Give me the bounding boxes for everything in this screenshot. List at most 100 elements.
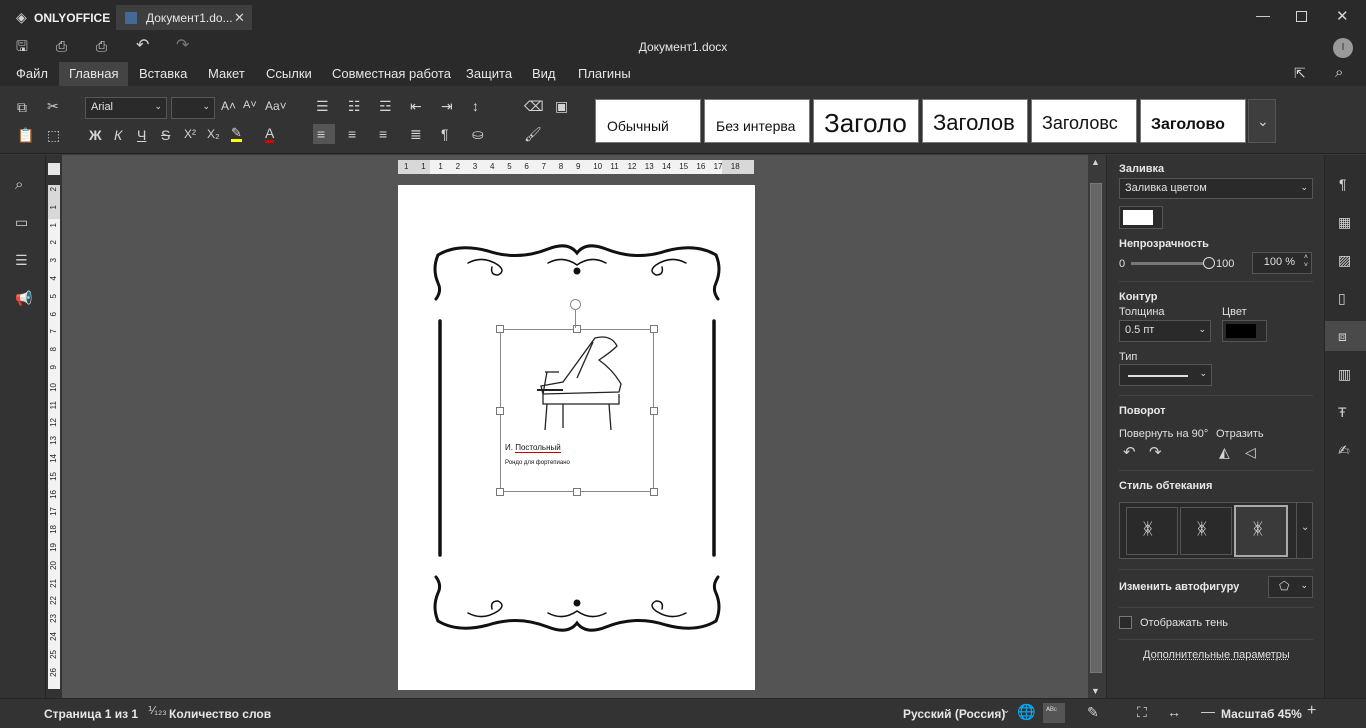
style-heading4[interactable]: Заголово	[1140, 99, 1246, 143]
numbered-list-icon[interactable]: ☷	[348, 99, 361, 113]
table-settings-icon[interactable]: ▦	[1338, 215, 1351, 229]
search-icon[interactable]: ⌕	[1335, 65, 1343, 80]
document-page[interactable]: И. Постольный Рондо для фортепиано	[398, 185, 755, 690]
style-heading3[interactable]: Заголовс	[1031, 99, 1137, 143]
rotate-handle[interactable]	[570, 299, 581, 310]
flip-horizontal-icon[interactable]: ◭	[1219, 445, 1230, 459]
zoom-level[interactable]: Масштаб 45%	[1221, 707, 1302, 721]
scroll-up-icon[interactable]: ▲	[1091, 158, 1100, 167]
track-changes-icon[interactable]: ✎	[1087, 705, 1099, 719]
image-settings-icon[interactable]: ▨	[1338, 253, 1351, 267]
user-avatar[interactable]: I	[1333, 38, 1353, 58]
fit-page-icon[interactable]: ⛶	[1137, 705, 1147, 719]
globe-icon[interactable]: 🌐	[1017, 705, 1036, 720]
document-tab[interactable]: Документ1.do... ✕	[116, 5, 252, 30]
bullet-list-icon[interactable]: ☰	[316, 99, 329, 113]
paragraph-settings-icon[interactable]: ¶	[1339, 177, 1347, 191]
subscript-icon[interactable]: X₂	[207, 128, 220, 140]
fill-type-select[interactable]: Заливка цветом ⌄	[1119, 178, 1313, 199]
decrease-font-icon[interactable]: A˅	[243, 100, 257, 111]
menu-home[interactable]: Главная	[59, 62, 128, 86]
increase-indent-icon[interactable]: ⇥	[441, 99, 453, 113]
highlight-icon[interactable]: ✎	[231, 126, 242, 142]
wrap-inline-button[interactable]: ᛤ	[1126, 507, 1178, 555]
signature-icon[interactable]: ✍	[1338, 443, 1350, 457]
line-spacing-icon[interactable]: ↕	[472, 99, 479, 113]
language-select[interactable]: Русский (Россия)	[903, 707, 1005, 721]
font-color-icon[interactable]: A	[265, 126, 274, 143]
zoom-out-icon[interactable]: —	[1201, 704, 1215, 718]
opacity-slider-handle[interactable]	[1203, 257, 1215, 269]
styles-expand-button[interactable]: ⌄	[1248, 99, 1276, 143]
wrap-square-button[interactable]: ᛤ	[1180, 507, 1232, 555]
resize-handle[interactable]	[650, 325, 658, 333]
scroll-down-icon[interactable]: ▼	[1091, 687, 1100, 696]
change-shape-button[interactable]: ⬠ ⌄	[1268, 576, 1313, 598]
menu-references[interactable]: Ссылки	[266, 66, 312, 81]
header-footer-icon[interactable]: ▯	[1338, 291, 1346, 305]
page-indicator[interactable]: Страница 1 из 1	[44, 707, 138, 721]
rotate-right-icon[interactable]: ↷	[1149, 445, 1162, 460]
color-scheme-icon[interactable]: ▣	[555, 99, 568, 113]
opacity-input[interactable]: 100 % ˄ ˅	[1252, 252, 1312, 274]
resize-handle[interactable]	[496, 488, 504, 496]
wrap-more-button[interactable]: ⌄	[1296, 503, 1312, 558]
paragraph-marks-icon[interactable]: ¶	[441, 127, 449, 141]
zoom-in-icon[interactable]: +	[1307, 703, 1316, 719]
align-left-button[interactable]: ≡	[313, 124, 335, 144]
comments-icon[interactable]: ▭	[15, 215, 28, 229]
flip-vertical-icon[interactable]: ◁	[1245, 445, 1256, 459]
menu-collaboration[interactable]: Совместная работа	[332, 66, 451, 81]
word-count[interactable]: Количество слов	[169, 707, 271, 721]
open-location-icon[interactable]: ⇱	[1294, 66, 1306, 80]
shadow-checkbox[interactable]	[1119, 616, 1132, 629]
chart-settings-icon[interactable]: ▥	[1338, 367, 1351, 381]
align-center-icon[interactable]: ≡	[348, 127, 356, 141]
menu-layout[interactable]: Макет	[208, 66, 245, 81]
tab-selector[interactable]	[48, 163, 60, 175]
superscript-icon[interactable]: X²	[184, 128, 196, 140]
strikethrough-icon[interactable]: S	[161, 128, 170, 142]
align-right-icon[interactable]: ≡	[379, 127, 387, 141]
text-art-icon[interactable]: Ŧ	[1338, 405, 1347, 419]
minimize-icon[interactable]: —	[1256, 8, 1270, 22]
resize-handle[interactable]	[496, 325, 504, 333]
spellcheck-button[interactable]: ᴬᴮᶜ	[1043, 703, 1065, 723]
style-normal[interactable]: Обычный	[595, 99, 701, 143]
increase-font-icon[interactable]: A˄	[221, 100, 236, 112]
vertical-scrollbar[interactable]: ▲ ▼	[1088, 155, 1104, 698]
copy-style-icon[interactable]: 🖌	[524, 127, 542, 141]
style-heading2[interactable]: Заголов	[922, 99, 1028, 143]
menu-view[interactable]: Вид	[532, 66, 556, 81]
resize-handle[interactable]	[650, 407, 658, 415]
close-tab-icon[interactable]: ✕	[234, 11, 245, 24]
spinner-icon[interactable]: ˄ ˅	[1304, 254, 1308, 270]
fit-width-icon[interactable]: ↔	[1167, 705, 1181, 719]
menu-insert[interactable]: Вставка	[139, 66, 187, 81]
horizontal-ruler[interactable]: 1 1 1 2 3 4 5 6 7 8 9 10 11 12 13 14 15 16 17 18	[398, 160, 754, 174]
advanced-settings-link[interactable]: Дополнительные параметры	[1143, 649, 1290, 661]
feedback-icon[interactable]: 📢	[15, 291, 32, 305]
select-all-icon[interactable]: ⬚	[47, 128, 60, 142]
scroll-thumb[interactable]	[1090, 183, 1102, 673]
menu-file[interactable]: Файл	[16, 66, 48, 81]
menu-protection[interactable]: Защита	[466, 66, 512, 81]
style-heading1[interactable]: Заголо	[813, 99, 919, 143]
resize-handle[interactable]	[496, 407, 504, 415]
cut-icon[interactable]: ✂	[47, 99, 59, 113]
shape-settings-tab[interactable]: ⧈	[1325, 321, 1366, 351]
find-icon[interactable]: ⌕	[15, 177, 23, 192]
justify-icon[interactable]: ≣	[410, 127, 422, 141]
underline-icon[interactable]: Ч	[137, 128, 146, 142]
shading-icon[interactable]: ⛀	[472, 127, 484, 141]
menu-plugins[interactable]: Плагины	[578, 66, 631, 81]
line-type-select[interactable]: ⌄	[1119, 364, 1212, 386]
decrease-indent-icon[interactable]: ⇤	[410, 99, 422, 113]
copy-icon[interactable]: ⧉	[17, 100, 27, 114]
thickness-select[interactable]: 0.5 пт ⌄	[1119, 320, 1211, 342]
document-canvas[interactable]: 1 1 1 2 3 4 5 6 7 8 9 10 11 12 13 14 15 16 17 18	[62, 155, 1088, 698]
font-size-select[interactable]: ⌄	[171, 97, 215, 119]
multilevel-list-icon[interactable]: ☲	[379, 99, 392, 113]
resize-handle[interactable]	[573, 488, 581, 496]
resize-handle[interactable]	[650, 488, 658, 496]
